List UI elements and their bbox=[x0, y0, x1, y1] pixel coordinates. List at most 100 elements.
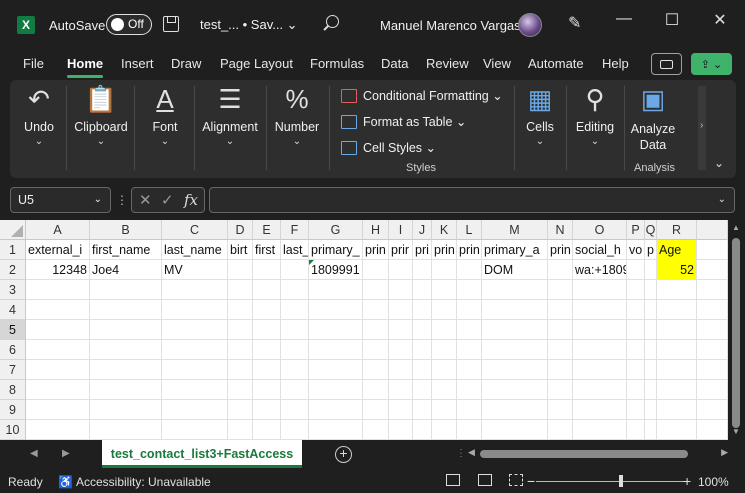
column-header-q[interactable]: Q bbox=[645, 220, 657, 240]
cell-g2[interactable]: 1809991 bbox=[309, 260, 363, 280]
cell-j5[interactable] bbox=[413, 320, 432, 340]
column-header-e[interactable]: E bbox=[253, 220, 281, 240]
cell-i8[interactable] bbox=[389, 380, 413, 400]
cell-j3[interactable] bbox=[413, 280, 432, 300]
cell-m6[interactable] bbox=[482, 340, 548, 360]
cell-m1[interactable]: primary_a bbox=[482, 240, 548, 260]
alignment-button[interactable]: ☰ Alignment ⌄ bbox=[198, 80, 262, 178]
font-button[interactable]: A Font ⌄ bbox=[140, 80, 190, 178]
cell-c9[interactable] bbox=[162, 400, 228, 420]
cell-r6[interactable] bbox=[657, 340, 697, 360]
cell-e8[interactable] bbox=[253, 380, 281, 400]
cell-styles-button[interactable]: Cell Styles ⌄ bbox=[341, 140, 436, 155]
cell-k5[interactable] bbox=[432, 320, 457, 340]
cell-a5[interactable] bbox=[26, 320, 90, 340]
cell-b6[interactable] bbox=[90, 340, 162, 360]
cell-filler[interactable] bbox=[697, 320, 728, 340]
cell-n10[interactable] bbox=[548, 420, 573, 440]
cell-j7[interactable] bbox=[413, 360, 432, 380]
cell-o8[interactable] bbox=[573, 380, 627, 400]
cell-j10[interactable] bbox=[413, 420, 432, 440]
horizontal-scrollbar[interactable]: ◀ ▶ bbox=[466, 447, 730, 461]
cell-filler[interactable] bbox=[697, 340, 728, 360]
cell-b2[interactable]: Joe4 bbox=[90, 260, 162, 280]
column-header-k[interactable]: K bbox=[432, 220, 457, 240]
column-header-b[interactable]: B bbox=[90, 220, 162, 240]
tab-automate[interactable]: Automate bbox=[528, 56, 584, 71]
cell-c3[interactable] bbox=[162, 280, 228, 300]
cell-filler[interactable] bbox=[697, 400, 728, 420]
cell-l7[interactable] bbox=[457, 360, 482, 380]
cell-m8[interactable] bbox=[482, 380, 548, 400]
cell-g7[interactable] bbox=[309, 360, 363, 380]
cell-n9[interactable] bbox=[548, 400, 573, 420]
cell-h6[interactable] bbox=[363, 340, 389, 360]
cell-e6[interactable] bbox=[253, 340, 281, 360]
page-break-view-icon[interactable] bbox=[509, 474, 523, 486]
cell-e4[interactable] bbox=[253, 300, 281, 320]
autosave-toggle[interactable]: Off bbox=[106, 14, 152, 35]
cell-j9[interactable] bbox=[413, 400, 432, 420]
cell-h2[interactable] bbox=[363, 260, 389, 280]
cancel-icon[interactable]: ✕ bbox=[139, 191, 152, 209]
cell-a3[interactable] bbox=[26, 280, 90, 300]
tab-help[interactable]: Help bbox=[602, 56, 629, 71]
cell-n7[interactable] bbox=[548, 360, 573, 380]
cell-c6[interactable] bbox=[162, 340, 228, 360]
normal-view-icon[interactable] bbox=[446, 474, 460, 486]
cell-n8[interactable] bbox=[548, 380, 573, 400]
user-name[interactable]: Manuel Marenco Vargas bbox=[380, 0, 521, 50]
scrollbar-thumb[interactable] bbox=[732, 238, 740, 428]
cell-n5[interactable] bbox=[548, 320, 573, 340]
cell-b5[interactable] bbox=[90, 320, 162, 340]
cell-g1[interactable]: primary_ bbox=[309, 240, 363, 260]
row-header-4[interactable]: 4 bbox=[0, 300, 26, 320]
cell-p3[interactable] bbox=[627, 280, 645, 300]
cell-o10[interactable] bbox=[573, 420, 627, 440]
cell-h10[interactable] bbox=[363, 420, 389, 440]
close-button[interactable]: ✕ bbox=[710, 10, 730, 30]
cell-f5[interactable] bbox=[281, 320, 309, 340]
cell-g8[interactable] bbox=[309, 380, 363, 400]
page-layout-view-icon[interactable] bbox=[478, 474, 492, 486]
cell-filler[interactable] bbox=[697, 380, 728, 400]
cell-a9[interactable] bbox=[26, 400, 90, 420]
cell-k8[interactable] bbox=[432, 380, 457, 400]
scroll-right-icon[interactable]: ▶ bbox=[721, 447, 728, 458]
insert-function-icon[interactable]: fx bbox=[184, 191, 198, 209]
cell-q2[interactable] bbox=[645, 260, 657, 280]
cell-j6[interactable] bbox=[413, 340, 432, 360]
cell-q7[interactable] bbox=[645, 360, 657, 380]
column-header-i[interactable]: I bbox=[389, 220, 413, 240]
row-header-5[interactable]: 5 bbox=[0, 320, 26, 340]
column-header-g[interactable]: G bbox=[309, 220, 363, 240]
cell-l4[interactable] bbox=[457, 300, 482, 320]
accessibility-status[interactable]: Accessibility: Unavailable bbox=[76, 475, 211, 489]
cell-m10[interactable] bbox=[482, 420, 548, 440]
maximize-button[interactable]: ☐ bbox=[662, 10, 682, 30]
column-header-o[interactable]: O bbox=[573, 220, 627, 240]
cell-k7[interactable] bbox=[432, 360, 457, 380]
cell-r5[interactable] bbox=[657, 320, 697, 340]
column-header-d[interactable]: D bbox=[228, 220, 253, 240]
cell-c8[interactable] bbox=[162, 380, 228, 400]
scrollbar-thumb[interactable] bbox=[480, 450, 688, 458]
cell-b1[interactable]: first_name bbox=[90, 240, 162, 260]
cell-f8[interactable] bbox=[281, 380, 309, 400]
undo-button[interactable]: ↶ Undo ⌄ bbox=[16, 80, 62, 178]
cell-m3[interactable] bbox=[482, 280, 548, 300]
column-header-a[interactable]: A bbox=[26, 220, 90, 240]
cell-c10[interactable] bbox=[162, 420, 228, 440]
cell-filler[interactable] bbox=[697, 360, 728, 380]
cell-i9[interactable] bbox=[389, 400, 413, 420]
cell-e3[interactable] bbox=[253, 280, 281, 300]
cell-r8[interactable] bbox=[657, 380, 697, 400]
comments-button[interactable] bbox=[651, 53, 682, 75]
zoom-slider-handle[interactable] bbox=[619, 475, 623, 487]
cell-filler[interactable] bbox=[697, 280, 728, 300]
cell-p7[interactable] bbox=[627, 360, 645, 380]
tab-insert[interactable]: Insert bbox=[121, 56, 154, 71]
tab-file[interactable]: File bbox=[23, 56, 44, 71]
cell-q6[interactable] bbox=[645, 340, 657, 360]
cell-a2[interactable]: 12348 bbox=[26, 260, 90, 280]
